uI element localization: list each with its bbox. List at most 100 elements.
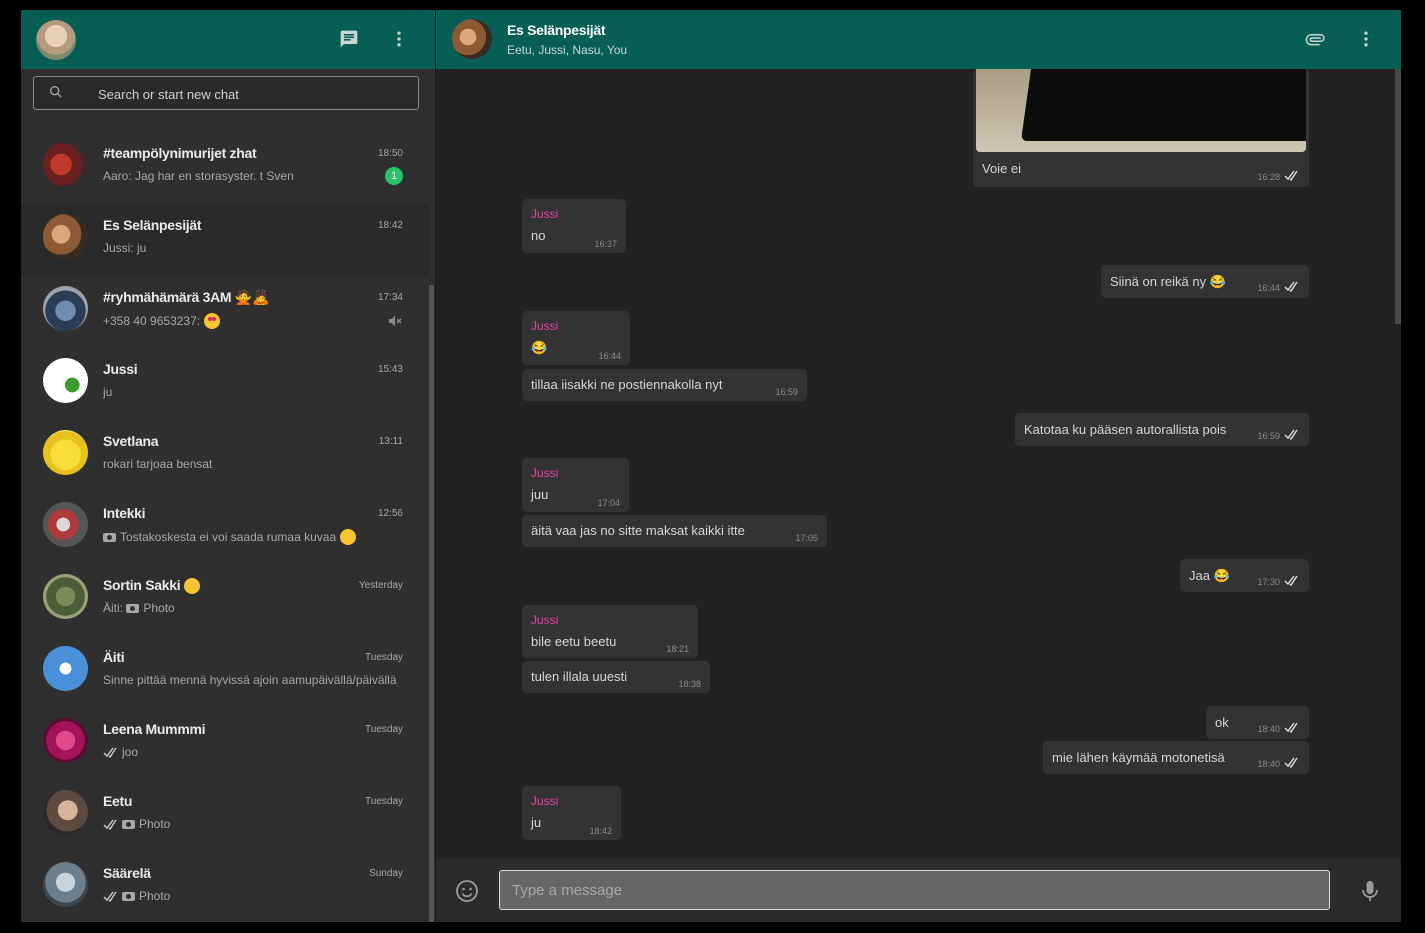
chat-item-jussi[interactable]: Jussi 15:43 ju <box>21 348 429 420</box>
message-meta: 16:59 <box>1257 429 1300 442</box>
message-text: Jaa 😂 <box>1189 568 1230 583</box>
chat-name: #ryhmähämärä 3AM 🙅🙇 <box>103 289 270 305</box>
chat-preview: Photo <box>103 889 401 905</box>
chat-preview: Sinne pittää mennä hyvissä ajoin aamupäi… <box>103 673 397 687</box>
message-incoming[interactable]: Jussi juu 17:04 <box>522 458 629 512</box>
search-icon <box>48 84 64 105</box>
group-avatar[interactable] <box>452 19 492 59</box>
chat-name-text: Sortin Sakki <box>103 577 181 593</box>
chat-name: Säärelä <box>103 865 151 881</box>
message-text: ju <box>531 815 542 830</box>
message-meta: 18:40 <box>1257 757 1300 770</box>
chat-time: 18:42 <box>377 220 403 231</box>
paperclip-icon[interactable] <box>1302 26 1328 52</box>
avatar <box>43 718 88 763</box>
smile-emoji-icon <box>184 578 201 594</box>
message-incoming[interactable]: Jussi 😂 16:44 <box>522 311 630 365</box>
message-text: mie lähen käymää motonetisä <box>1052 750 1225 765</box>
search-input[interactable] <box>96 83 400 105</box>
message-outgoing[interactable]: Katotaa ku pääsen autorallista pois 16:5… <box>1015 413 1309 446</box>
message-time: 16:59 <box>775 387 798 397</box>
message-text: tulen illala uuesti <box>531 669 628 684</box>
chat-item-teampolynimurijet[interactable]: #teampölynimurijet zhat 18:50 Aaro: Jag … <box>21 132 429 204</box>
message-list-scrollbar[interactable] <box>1395 69 1401 324</box>
chat-item-es-selanpesijat[interactable]: Es Selänpesijät 18:42 Jussi: ju <box>21 204 429 276</box>
message-incoming[interactable]: äitä vaa jas no sitte maksat kaikki itte… <box>522 515 827 547</box>
conversation-header[interactable]: Es Selänpesijät Eetu, Jussi, Nasu, You <box>436 10 1401 69</box>
message-incoming[interactable]: Jussi bile eetu beetu 18:21 <box>522 605 698 658</box>
chat-time: Tuesday <box>365 652 403 663</box>
chat-preview: Aaro: Jag har en storasyster. t Sven <box>103 169 294 183</box>
chat-name: Svetlana <box>103 433 159 449</box>
chat-preview: Tostakoskesta ei voi saada rumaa kuvaa <box>103 529 401 545</box>
chat-item-leena-mummmi[interactable]: Leena Mummmi Tuesday joo <box>21 708 429 780</box>
chat-item-eetu[interactable]: Eetu Tuesday Photo <box>21 780 429 852</box>
chat-preview-prefix: Äiti: <box>103 601 124 615</box>
chat-item-aiti[interactable]: Äiti Tuesday Sinne pittää mennä hyvissä … <box>21 636 429 708</box>
message-time: 17:30 <box>1257 576 1280 587</box>
message-time: 17:05 <box>795 533 818 543</box>
message-incoming[interactable]: Jussi no 16:37 <box>522 199 626 253</box>
message-time: 18:21 <box>666 644 689 654</box>
message-outgoing[interactable]: mie lähen käymää motonetisä 18:40 <box>1043 741 1309 774</box>
message-photo[interactable] <box>976 69 1306 152</box>
more-vert-icon[interactable] <box>386 26 412 52</box>
mic-icon[interactable] <box>1357 878 1383 904</box>
avatar <box>43 430 88 475</box>
chat-list-scrollbar[interactable] <box>429 285 434 922</box>
chat-time: Tuesday <box>365 724 403 735</box>
message-incoming[interactable]: tulen illala uuesti 18:38 <box>522 661 710 693</box>
message-time: 16:37 <box>594 239 617 249</box>
chat-time: 12:56 <box>377 508 403 519</box>
message-incoming[interactable]: tillaa iisakki ne postiennakolla nyt 16:… <box>522 369 807 401</box>
chat-preview: +358 40 9653237: <box>103 313 401 329</box>
message-list: Voie ei 16:28 Jussi no 16:37 Siinä on re… <box>436 69 1395 859</box>
chat-item-intekki[interactable]: Intekki 12:56 Tostakoskesta ei voi saada… <box>21 492 429 564</box>
camera-icon <box>103 533 116 542</box>
message-outgoing[interactable]: ok 18:40 <box>1206 706 1309 739</box>
chat-item-ryhmahamara[interactable]: #ryhmähämärä 3AM 🙅🙇 17:34 +358 40 965323… <box>21 276 429 348</box>
chat-list: #teampölynimurijet zhat 18:50 Aaro: Jag … <box>21 132 429 922</box>
chat-name: Äiti <box>103 649 125 665</box>
emoji-icon[interactable] <box>454 878 480 904</box>
chat-item-saarela[interactable]: Säärelä Sunday Photo <box>21 852 429 922</box>
message-incoming[interactable]: Jussi ju 18:42 <box>522 786 621 840</box>
message-input[interactable] <box>499 870 1330 910</box>
avatar <box>43 214 88 259</box>
chat-time: Tuesday <box>365 796 403 807</box>
chat-preview-text: Tostakoskesta ei voi saada rumaa kuvaa <box>120 530 337 544</box>
chat-preview: joo <box>103 745 401 761</box>
message-time: 16:44 <box>598 351 621 361</box>
chat-name: Leena Mummmi <box>103 721 206 737</box>
chat-item-svetlana[interactable]: Svetlana 13:11 rokari tarjoaa bensat <box>21 420 429 492</box>
message-sender: Jussi <box>531 794 559 808</box>
my-avatar[interactable] <box>36 20 76 60</box>
composer <box>436 859 1401 922</box>
more-vert-icon[interactable] <box>1353 26 1379 52</box>
camera-icon <box>122 820 135 829</box>
message-outgoing-photo[interactable]: Voie ei 16:28 <box>973 69 1309 187</box>
avatar <box>43 358 88 403</box>
message-outgoing[interactable]: Jaa 😂 17:30 <box>1180 559 1309 592</box>
message-time: 17:04 <box>597 498 620 508</box>
muted-icon <box>387 313 403 334</box>
message-meta: 17:30 <box>1257 575 1300 588</box>
message-sender: Jussi <box>531 466 559 480</box>
message-outgoing[interactable]: Siinä on reikä ny 😂 16:44 <box>1101 265 1309 298</box>
message-sender: Jussi <box>531 613 559 627</box>
message-text: no <box>531 228 546 243</box>
message-time: 18:42 <box>589 826 612 836</box>
message-text: tillaa iisakki ne postiennakolla nyt <box>531 377 723 392</box>
double-check-icon <box>1284 722 1300 735</box>
message-time: 16:59 <box>1257 430 1280 441</box>
double-check-icon <box>1284 170 1300 183</box>
grin-emoji-icon <box>340 529 357 545</box>
chat-preview: rokari tarjoaa bensat <box>103 457 213 471</box>
message-text: bile eetu beetu <box>531 634 617 649</box>
chat-time: Sunday <box>369 868 403 879</box>
chat-icon[interactable] <box>336 26 362 52</box>
avatar <box>43 286 88 331</box>
chat-item-sortin-sakki[interactable]: Sortin Sakki Yesterday Äiti: Photo <box>21 564 429 636</box>
message-text: ok <box>1215 715 1229 730</box>
double-check-icon <box>1284 429 1300 442</box>
